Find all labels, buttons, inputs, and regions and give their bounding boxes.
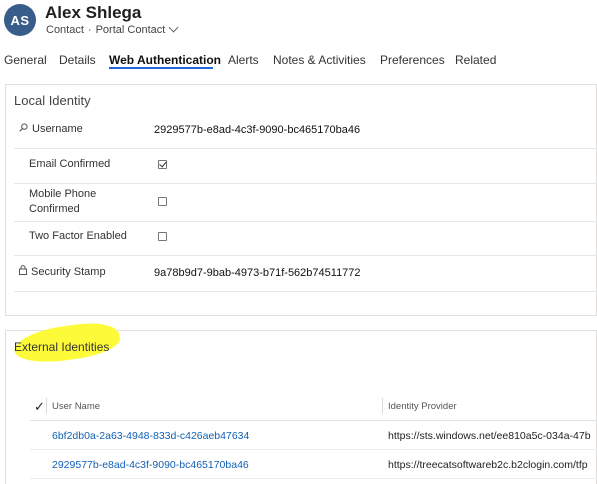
section-title-local-identity: Local Identity [14,93,91,108]
identity-provider-cell: https://sts.windows.net/ee810a5c-034a-47… [388,430,591,442]
user-name-link[interactable]: 2929577b-e8ad-4c3f-9090-bc465170ba46 [52,459,249,471]
email-confirmed-row: Email Confirmed [14,149,597,184]
select-all-checkmark-icon[interactable]: ✓ [34,399,45,415]
mobile-phone-confirmed-label: Mobile Phone Confirmed [29,188,97,215]
username-row: Username 2929577b-e8ad-4c3f-9090-bc46517… [14,113,597,149]
tab-general[interactable]: General [4,53,47,67]
table-row[interactable]: 2929577b-e8ad-4c3f-9090-bc465170ba46 htt… [30,451,597,479]
username-label: Username [19,122,83,137]
section-title-external-identities: External Identities [14,340,110,354]
tab-list: General Details Web Authentication Alert… [0,50,597,74]
table-row[interactable]: 6bf2db0a-2a63-4948-833d-c426aeb47634 htt… [30,422,597,450]
username-value[interactable]: 2929577b-e8ad-4c3f-9090-bc465170ba46 [154,124,360,136]
record-header: AS Alex Shlega Contact · Portal Contact [0,0,597,44]
tab-alerts[interactable]: Alerts [228,53,259,67]
column-separator [46,398,47,414]
security-stamp-value[interactable]: 9a78b9d7-9bab-4973-b71f-562b74511772 [154,267,361,279]
tab-web-authentication[interactable]: Web Authentication [109,53,221,67]
column-separator [382,398,383,414]
mobile-phone-confirmed-checkbox[interactable] [158,197,167,206]
two-factor-row: Two Factor Enabled [14,222,597,256]
tab-details[interactable]: Details [59,53,96,67]
mobile-phone-confirmed-row: Mobile Phone Confirmed [14,184,597,222]
two-factor-checkbox[interactable] [158,232,167,241]
record-title: Alex Shlega [45,3,142,22]
user-name-link[interactable]: 6bf2db0a-2a63-4948-833d-c426aeb47634 [52,430,249,442]
grid-header: ✓ User Name Identity Provider [30,391,597,421]
identity-provider-cell: https://treecatsoftwareb2c.b2clogin.com/… [388,459,588,471]
tab-preferences[interactable]: Preferences [380,53,445,67]
separator-dot: · [87,24,92,36]
email-confirmed-label: Email Confirmed [29,158,111,170]
form-selector[interactable]: Portal Contact [96,24,166,36]
tab-related[interactable]: Related [455,53,496,67]
tab-notes-activities[interactable]: Notes & Activities [273,53,366,67]
chevron-down-icon[interactable] [168,22,179,33]
avatar: AS [4,4,36,36]
security-stamp-row: Security Stamp 9a78b9d7-9bab-4973-b71f-5… [14,256,597,292]
lock-icon [19,265,27,280]
security-stamp-label: Security Stamp [19,265,106,280]
record-subtitle: Contact · Portal Contact [46,22,179,36]
email-confirmed-checkbox[interactable] [158,160,167,169]
security-stamp-label-text: Security Stamp [31,266,106,278]
entity-name: Contact [46,24,84,36]
local-identity-section: Local Identity Username 2929577b-e8ad-4c… [5,84,597,316]
external-identities-section: External Identities ✓ User Name Identity… [5,318,597,484]
column-header-user-name[interactable]: User Name [52,401,100,412]
two-factor-label: Two Factor Enabled [29,230,127,242]
column-header-identity-provider[interactable]: Identity Provider [388,401,457,412]
search-icon [19,122,28,137]
username-label-text: Username [32,123,83,135]
active-tab-indicator [109,67,213,69]
